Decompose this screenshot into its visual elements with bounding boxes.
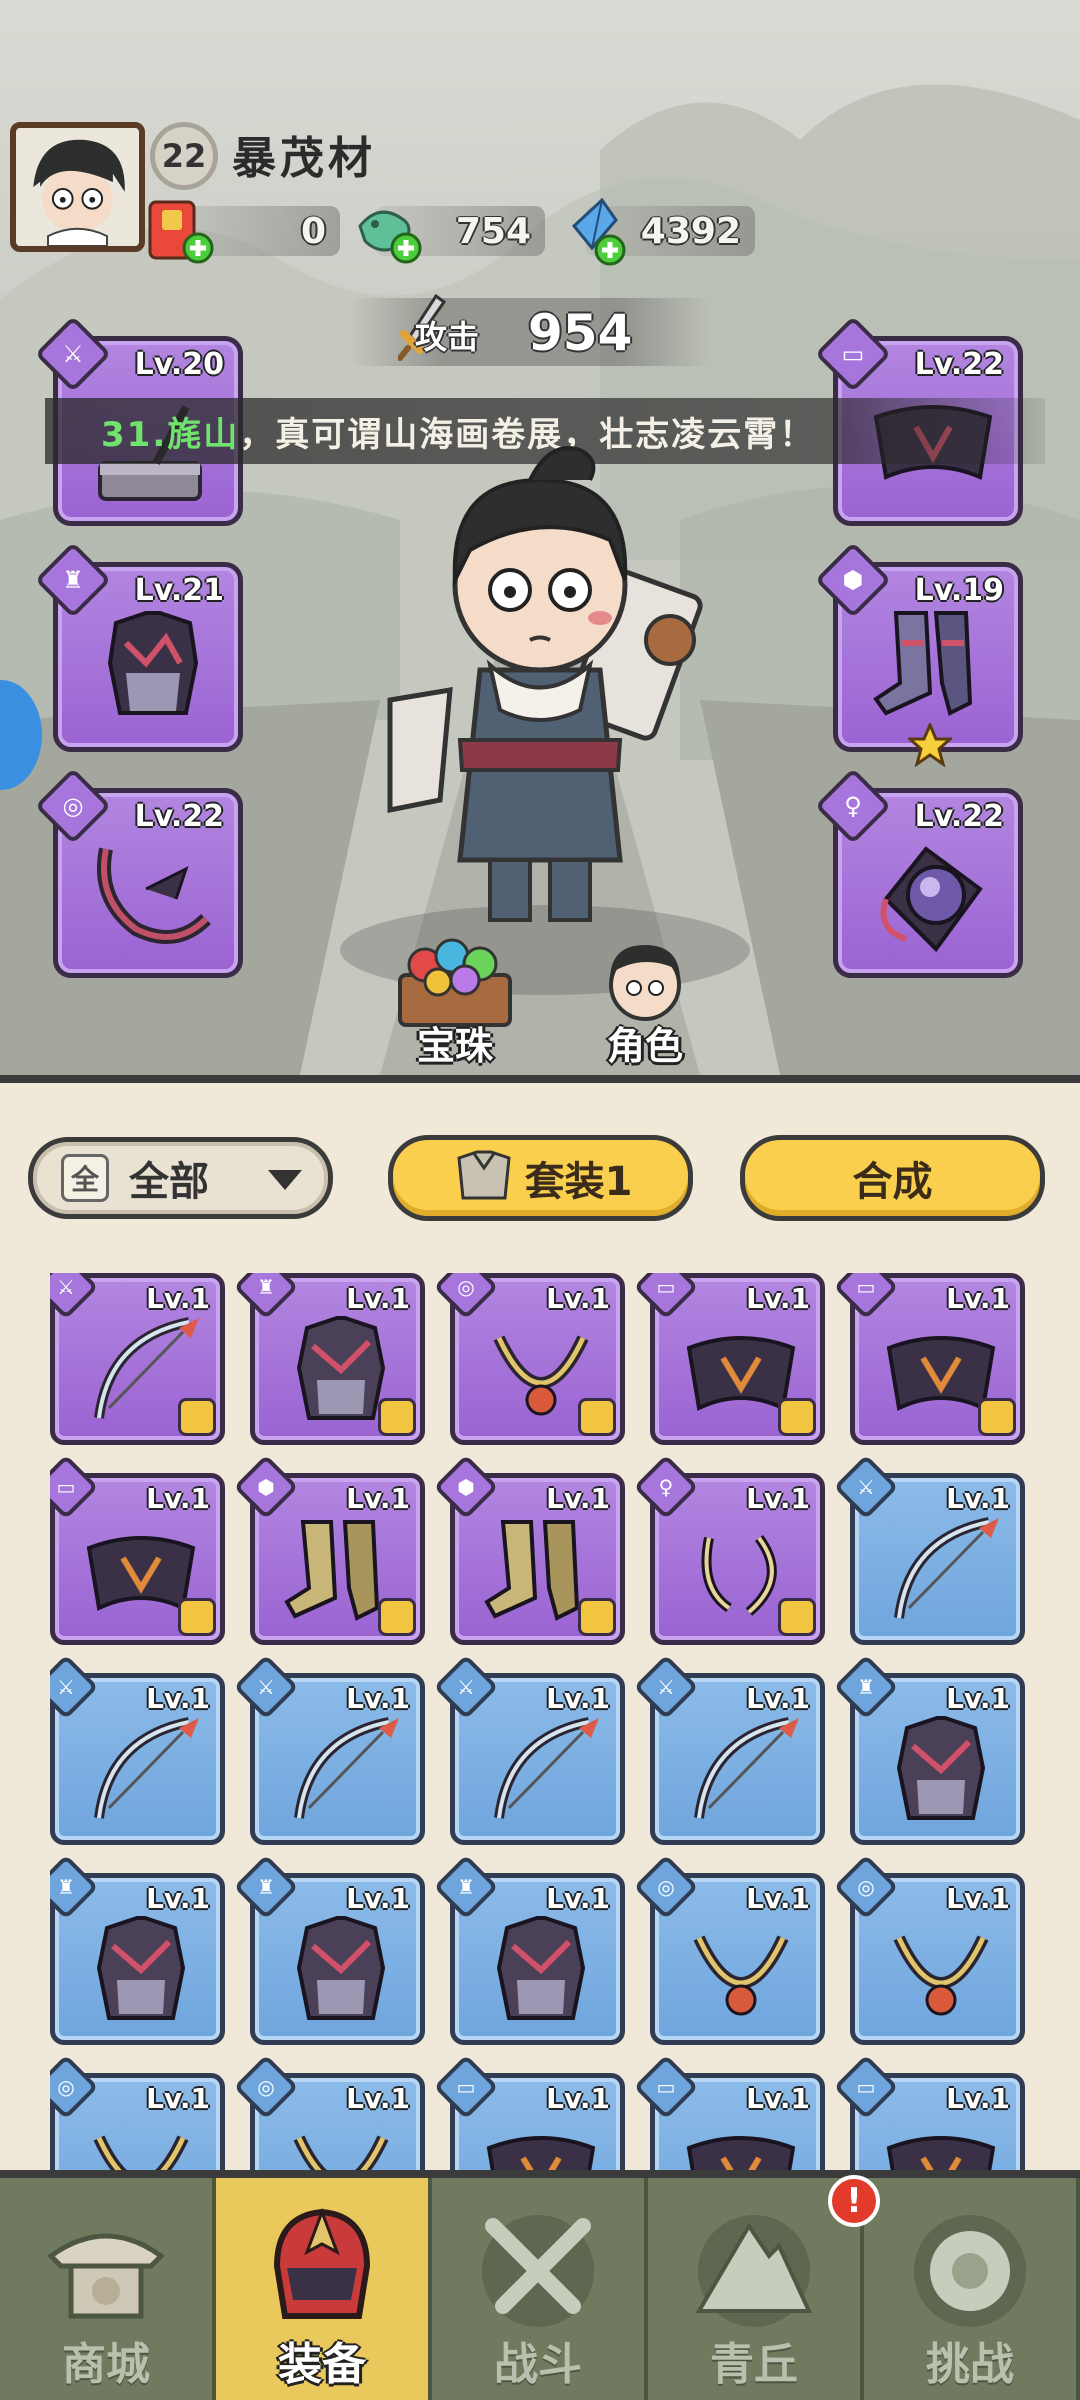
challenge-disc-icon <box>914 2215 1026 2327</box>
chest-item-icon <box>896 1716 986 1820</box>
nav-item-shop-pagoda[interactable]: 商城 <box>0 2178 216 2400</box>
inventory-item[interactable]: ♜ Lv.1 <box>233 1854 425 2045</box>
nav-item-crossed-swords[interactable]: 战斗 <box>432 2178 648 2400</box>
inventory-grid: ⚔ Lv.1 ♜ Lv.1 ◎ Lv.1 ▭ Lv.1 ▭ Lv.1 ▭ Lv.1 ⬢ Lv.1 ⬢ Lv.1… <box>50 1273 1030 2193</box>
inventory-item[interactable]: ♜ Lv.1 <box>833 1654 1025 1845</box>
filter-box-icon: 全 <box>61 1154 109 1202</box>
mountain-icon <box>695 2215 813 2327</box>
blue-crystal-icon[interactable] <box>562 196 642 268</box>
set-badge-icon <box>778 1598 816 1636</box>
weapon-item-icon <box>94 1717 199 1819</box>
armor-set-icon <box>456 1150 511 1200</box>
player-avatar[interactable] <box>10 122 145 252</box>
set-badge-icon <box>378 1398 416 1436</box>
avatar-face-icon <box>18 128 137 246</box>
equipped-ring-slot[interactable]: ♀ Lv.22 <box>814 767 1023 978</box>
nav-label: 装备 <box>278 2339 366 2390</box>
inventory-item[interactable]: ▭ Lv.1 <box>50 1454 225 1645</box>
nav-label: 战斗 <box>494 2339 582 2390</box>
inventory-item[interactable]: ⚔ Lv.1 <box>50 1654 225 1845</box>
inventory-item[interactable]: ♜ Lv.1 <box>233 1273 425 1445</box>
set-badge-icon <box>978 1398 1016 1436</box>
armor-item-icon <box>107 611 199 715</box>
filter-dropdown[interactable]: 全 全部 <box>28 1137 333 1219</box>
weapon-item-icon <box>694 1717 799 1819</box>
attack-power-bar: 攻击 954 <box>350 293 710 366</box>
equipped-boots-slot[interactable]: ⬢ Lv.19 <box>814 541 1023 767</box>
inventory-item[interactable]: ◎ Lv.1 <box>433 1273 625 1445</box>
set-badge-icon <box>178 1598 216 1636</box>
attack-label: 攻击 <box>415 318 480 356</box>
nav-item-challenge-disc[interactable]: 挑战 <box>864 2178 1080 2400</box>
set-badge-icon <box>778 1398 816 1436</box>
character-label: 角色 <box>606 1024 683 1068</box>
set-button-label: 套装1 <box>524 1159 633 1205</box>
orbs-label: 宝珠 <box>416 1024 493 1068</box>
jade-fish-icon[interactable] <box>350 196 430 268</box>
inventory-item[interactable]: ⚔ Lv.1 <box>833 1454 1025 1645</box>
inventory-item[interactable]: ♜ Lv.1 <box>50 1854 225 2045</box>
inventory-item[interactable]: ⚔ Lv.1 <box>233 1654 425 1845</box>
inventory-item[interactable]: ◎ Lv.1 <box>633 1854 825 2045</box>
red-envelope-icon[interactable] <box>140 196 220 268</box>
attack-value: 954 <box>528 304 633 362</box>
player-name: 暴茂材 <box>232 133 376 184</box>
inventory-item[interactable]: ⬢ Lv.1 <box>433 1454 625 1645</box>
orbs-button[interactable]: 宝珠 <box>380 930 530 1070</box>
hero-scene: 22 暴茂材 0 754 4392 攻击 954 ⚔ Lv.20 ♜ Lv.21… <box>0 0 1080 1075</box>
banner-location: 31.旄山 <box>101 414 240 455</box>
bottom-nav: 商城 装备 战斗 青丘 挑战 <box>0 2170 1080 2400</box>
set-badge-icon <box>578 1398 616 1436</box>
chest-item-icon <box>96 1916 186 2020</box>
equipped-necklace-slot[interactable]: ◎ Lv.22 <box>34 767 243 978</box>
filter-label: 全部 <box>129 1159 209 1205</box>
notification-badge: ! <box>828 2175 880 2227</box>
necklace-item-icon <box>893 1935 989 2016</box>
inventory-item[interactable]: ♜ Lv.1 <box>433 1854 625 2045</box>
shop-pagoda-icon <box>47 2233 165 2319</box>
nav-label: 商城 <box>62 2339 150 2390</box>
inventory-item[interactable]: ▭ Lv.1 <box>833 1273 1025 1445</box>
equipment-set-button[interactable]: 套装1 <box>388 1135 693 1221</box>
chest-item-icon <box>296 1916 386 2020</box>
crossed-swords-icon <box>482 2215 594 2327</box>
inventory-item[interactable]: ⚔ Lv.1 <box>433 1654 625 1845</box>
weapon-item-icon <box>294 1717 399 1819</box>
chest-item-icon <box>496 1916 586 2020</box>
player-level: 22 <box>150 122 218 190</box>
chevron-down-icon <box>268 1170 302 1190</box>
nav-label: 挑战 <box>926 2339 1014 2390</box>
set-badge-icon <box>178 1398 216 1436</box>
hero-character[interactable] <box>360 440 720 960</box>
necklace-item-icon <box>693 1935 789 2016</box>
orb-ring-item-icon <box>880 846 983 953</box>
character-button[interactable]: 角色 <box>570 930 720 1070</box>
set-badge-icon <box>378 1598 416 1636</box>
inventory-item[interactable]: ◎ Lv.1 <box>833 1854 1025 2045</box>
inventory-item[interactable]: ⚔ Lv.1 <box>50 1273 225 1445</box>
star-icon <box>908 723 952 767</box>
weapon-item-icon <box>494 1717 599 1819</box>
set-badge-icon <box>578 1598 616 1636</box>
inventory-panel: 全 全部 套装1 合成 ⚔ Lv.1 ♜ Lv.1 ◎ Lv.1 ▭ Lv.1 ▭ Lv.1 ▭ Lv… <box>0 1075 1080 2193</box>
inventory-item[interactable]: ♀ Lv.1 <box>633 1454 825 1645</box>
horn-necklace-item-icon <box>97 847 211 944</box>
nav-label: 青丘 <box>710 2339 798 2390</box>
equipped-chest-slot[interactable]: ♜ Lv.21 <box>34 541 243 752</box>
compose-button[interactable]: 合成 <box>740 1135 1045 1221</box>
nav-item-equipment-helmet[interactable]: 装备 <box>216 2178 432 2400</box>
weapon-item-icon <box>894 1517 999 1619</box>
equipment-helmet-icon <box>273 2207 371 2319</box>
boots-item-icon <box>873 611 973 716</box>
inventory-item[interactable]: ⬢ Lv.1 <box>233 1454 425 1645</box>
inventory-item[interactable]: ▭ Lv.1 <box>633 1273 825 1445</box>
inventory-item[interactable]: ⚔ Lv.1 <box>633 1654 825 1845</box>
